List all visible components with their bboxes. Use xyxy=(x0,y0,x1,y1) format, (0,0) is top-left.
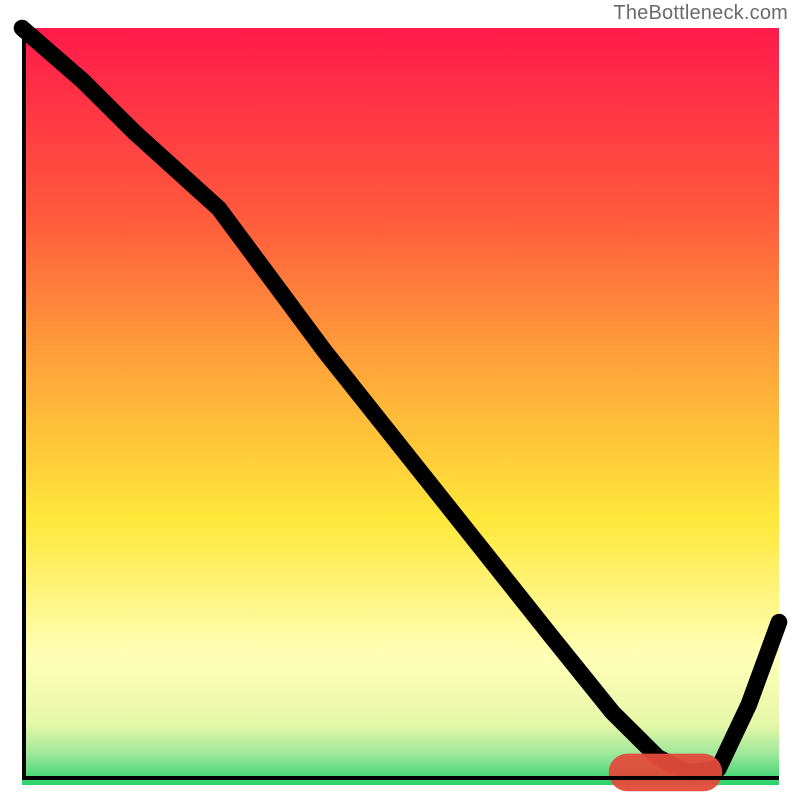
chart-svg-layer xyxy=(22,28,779,780)
chart-area xyxy=(22,28,779,780)
bottleneck-curve xyxy=(22,28,779,772)
watermark-text: TheBottleneck.com xyxy=(613,2,788,25)
